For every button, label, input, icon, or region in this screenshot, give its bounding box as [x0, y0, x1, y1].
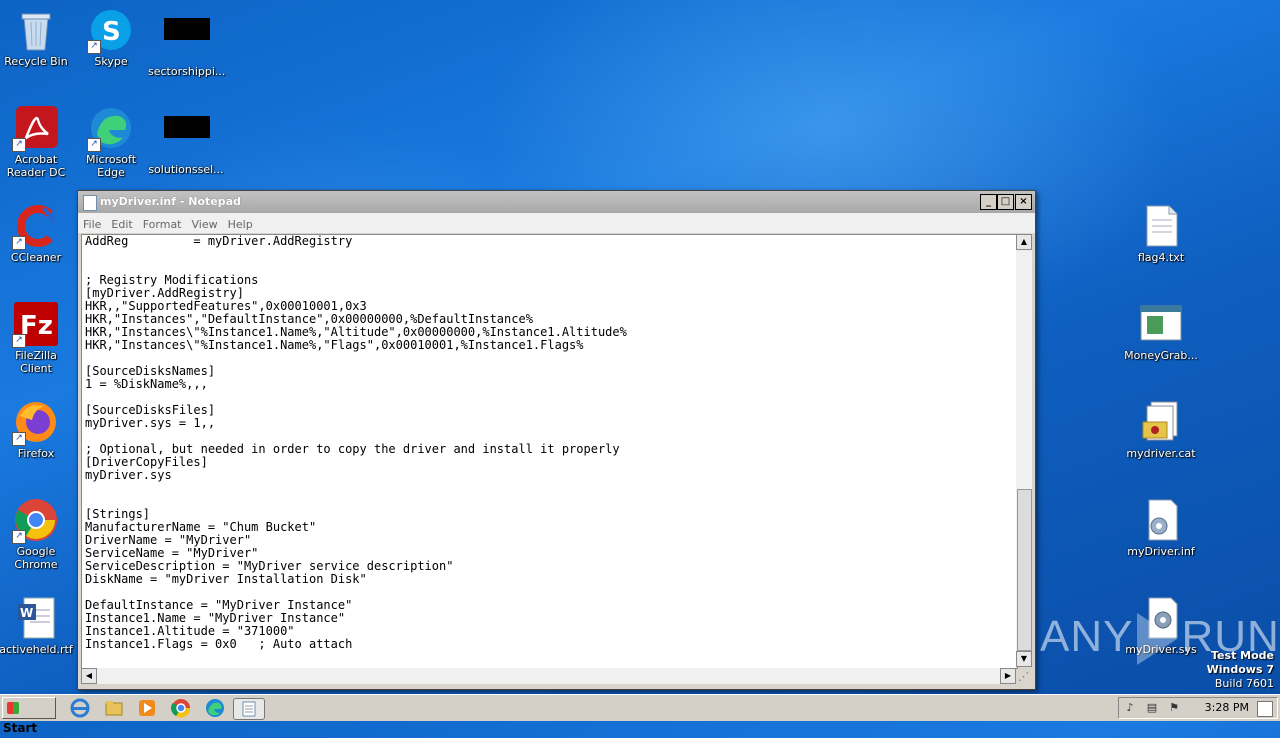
word-document-icon: W [14, 596, 58, 640]
notepad-icon [83, 195, 97, 211]
menu-file[interactable]: File [78, 215, 106, 231]
scroll-right-icon[interactable]: ▶ [1000, 668, 1016, 684]
text-editor[interactable]: AddReg = myDriver.AddRegistry ; Registry… [81, 234, 1018, 669]
horizontal-scrollbar[interactable]: ◀ ▶ [81, 668, 1016, 684]
resize-grip-icon[interactable]: ⋰ [1018, 670, 1032, 684]
scroll-down-icon[interactable]: ▼ [1016, 651, 1032, 667]
firefox-icon: ↗ [12, 400, 58, 446]
desktop-icon-label: sectorshippi... [148, 65, 226, 78]
chrome-taskbar-icon[interactable] [171, 698, 191, 718]
desktop-icon-label: FileZilla Client [15, 349, 57, 375]
svg-text:S: S [102, 17, 121, 47]
notepad-window[interactable]: myDriver.inf - Notepad _ □ × File Edit For… [77, 190, 1036, 690]
desktop-icon-label: Skype [94, 55, 128, 68]
security-catalog-icon [1139, 400, 1183, 444]
windows-version-line: Windows 7 [1206, 663, 1274, 676]
desktop-icon-label: flag4.txt [1137, 251, 1185, 264]
test-mode-notice: Test Mode Windows 7 Build 7601 [1207, 649, 1274, 691]
menu-bar: File Edit Format View Help [78, 213, 1035, 233]
play-icon [1137, 613, 1178, 666]
show-desktop-button[interactable] [1257, 701, 1273, 717]
desktop-icon-label: solutionssel... [148, 163, 224, 176]
shortcut-arrow-icon: ↗ [87, 40, 101, 54]
svg-text:W: W [20, 606, 33, 620]
desktop-icon-label: mydriver.cat [1126, 447, 1196, 460]
ie-taskbar-icon[interactable] [70, 698, 90, 718]
shortcut-arrow-icon: ↗ [12, 530, 26, 544]
desktop-icon-label: Firefox [17, 447, 55, 460]
shortcut-arrow-icon: ↗ [87, 138, 101, 152]
scroll-left-icon[interactable]: ◀ [81, 668, 97, 684]
desktop-icon-label: Recycle Bin [4, 55, 68, 68]
build-line: Build 7601 [1214, 677, 1274, 690]
action-center-flag-icon[interactable]: ⚑ [1167, 701, 1181, 715]
network-icon[interactable]: ▤ [1145, 701, 1159, 715]
shortcut-arrow-icon: ↗ [12, 138, 26, 152]
desktop-icon-solutionssel[interactable]: solutionssel... [148, 106, 224, 176]
shortcut-arrow-icon: ↗ [12, 236, 26, 250]
desktop-icon-label: Acrobat Reader DC [6, 153, 66, 179]
text-file-icon [1139, 204, 1183, 248]
desktop-icon-mydriver-cat[interactable]: mydriver.cat [1123, 400, 1199, 460]
shortcut-arrow-icon: ↗ [12, 334, 26, 348]
desktop-icon-label: Microsoft Edge [85, 153, 137, 179]
skype-icon: S ↗ [87, 8, 133, 54]
minimize-button[interactable]: _ [980, 194, 997, 210]
menu-edit[interactable]: Edit [106, 215, 137, 231]
menu-view[interactable]: View [187, 215, 223, 231]
vertical-scrollbar[interactable]: ▲ ▼ [1016, 234, 1032, 667]
taskbar: Start ♪ ▤ ⚑ 3:28 PM [0, 694, 1280, 735]
desktop-icon-acrobat[interactable]: ↗ Acrobat Reader DC [0, 106, 74, 179]
desktop-icon-label: myDriver.inf [1127, 545, 1195, 558]
desktop-icon-label: MoneyGrab... [1124, 349, 1198, 362]
desktop-icon-skype[interactable]: S ↗ Skype [73, 8, 149, 68]
desktop-icon-firefox[interactable]: ↗ Firefox [0, 400, 74, 460]
desktop-icon-mydriver-inf[interactable]: myDriver.inf [1123, 498, 1199, 558]
desktop-icon-sectorshippi[interactable]: sectorshippi... [148, 8, 226, 78]
redacted-file-icon [164, 116, 210, 160]
filezilla-icon: Fz ↗ [12, 302, 58, 348]
edge-icon: ↗ [87, 106, 133, 152]
desktop-icon-label: Google Chrome [14, 545, 58, 571]
ccleaner-icon: ↗ [12, 204, 58, 250]
notepad-taskbar-button[interactable] [233, 698, 265, 720]
start-button[interactable]: Start [2, 697, 56, 735]
clock[interactable]: 3:28 PM [1205, 701, 1249, 714]
desktop-icon-flag4[interactable]: flag4.txt [1123, 204, 1199, 264]
acrobat-icon: ↗ [12, 106, 58, 152]
system-tray: ♪ ▤ ⚑ 3:28 PM [1118, 697, 1278, 719]
application-window-icon [1139, 302, 1183, 346]
desktop-icon-ccleaner[interactable]: ↗ CCleaner [0, 204, 74, 264]
desktop-icon-moneygrab[interactable]: MoneyGrab... [1123, 302, 1199, 362]
close-button[interactable]: × [1015, 194, 1032, 210]
editor-content[interactable]: AddReg = myDriver.AddRegistry ; Registry… [82, 235, 1017, 651]
shortcut-arrow-icon: ↗ [12, 432, 26, 446]
maximize-button[interactable]: □ [997, 194, 1014, 210]
vertical-scroll-thumb[interactable] [1017, 489, 1032, 651]
notepad-titlebar[interactable]: myDriver.inf - Notepad _ □ × [78, 191, 1035, 213]
volume-icon[interactable]: ♪ [1123, 701, 1137, 715]
window-title: myDriver.inf - Notepad [100, 195, 241, 208]
desktop-icon-label: activeheld.rtf [0, 643, 73, 656]
watermark-left-text: ANY [1040, 612, 1134, 661]
menu-help[interactable]: Help [223, 215, 258, 231]
scroll-up-icon[interactable]: ▲ [1016, 234, 1032, 250]
desktop-icon-label: CCleaner [10, 251, 62, 264]
test-mode-line: Test Mode [1211, 649, 1274, 662]
desktop-icon-activeheld[interactable]: W activeheld.rtf [0, 596, 74, 656]
chrome-icon: ↗ [12, 498, 58, 544]
desktop-icon-recycle-bin[interactable]: Recycle Bin [0, 8, 74, 68]
media-player-taskbar-icon[interactable] [137, 698, 157, 718]
setup-information-icon [1139, 498, 1183, 542]
edge-taskbar-icon[interactable] [205, 698, 225, 718]
desktop-icon-chrome[interactable]: ↗ Google Chrome [0, 498, 74, 571]
recycle-bin-icon [14, 8, 58, 52]
menu-format[interactable]: Format [138, 215, 187, 231]
windows-flag-icon [7, 702, 19, 714]
start-label: Start [3, 721, 38, 735]
desktop-icon-filezilla[interactable]: Fz ↗ FileZilla Client [0, 302, 74, 375]
explorer-taskbar-icon[interactable] [104, 698, 124, 718]
desktop-icon-edge[interactable]: ↗ Microsoft Edge [73, 106, 149, 179]
redacted-file-icon [164, 18, 210, 62]
